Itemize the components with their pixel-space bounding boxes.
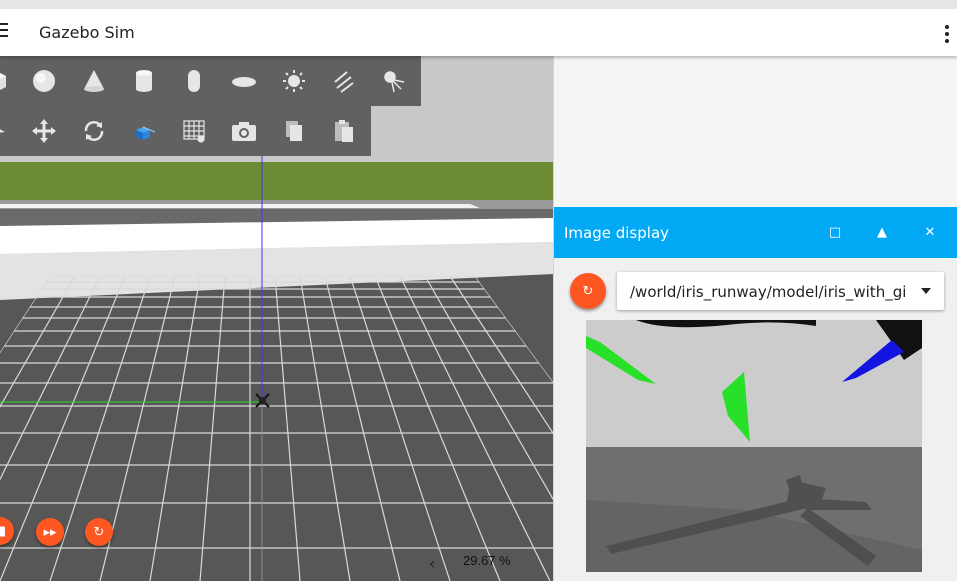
shapes-toolbar [0,56,421,106]
grid-config-icon[interactable] [178,115,210,147]
copy-icon[interactable] [278,115,310,147]
topic-select[interactable]: /world/iris_runway/model/iris_with_gimba… [617,272,944,310]
refresh-topics-button[interactable]: ↻ [570,273,606,309]
capsule-icon[interactable] [178,65,210,97]
sphere-icon[interactable] [28,65,60,97]
translate-icon[interactable] [28,115,60,147]
box-icon[interactable] [0,65,12,97]
hamburger-menu-icon[interactable] [0,23,8,37]
spot-light-icon[interactable] [378,65,410,97]
screenshot-icon[interactable] [228,115,260,147]
camera-image [586,320,922,572]
stats-expand-button[interactable]: ‹ [429,554,435,573]
collapse-button[interactable]: ▲ [872,223,892,243]
close-button[interactable]: ✕ [920,223,940,243]
image-display-header: Image display □ ▲ ✕ [554,207,957,258]
step-button[interactable]: ▸▸ [36,518,64,546]
select-icon[interactable] [0,115,12,147]
app-title: Gazebo Sim [39,23,135,42]
rotate-icon[interactable] [78,115,110,147]
reset-button[interactable]: ↻ [85,518,113,546]
scene-3d-view[interactable]: ■ ▸▸ ↻ ‹ 29.67 % [0,56,553,581]
paste-icon[interactable] [328,115,360,147]
topic-select-value: /world/iris_runway/model/iris_with_gimba… [630,283,907,301]
more-options-icon[interactable] [945,25,949,46]
cone-icon[interactable] [78,65,110,97]
sun-light-icon[interactable] [278,65,310,97]
ellipsoid-icon[interactable] [228,65,260,97]
real-time-factor: 29.67 % [463,553,511,568]
directional-light-icon[interactable] [328,65,360,97]
title-bar: Gazebo Sim [0,0,957,56]
cylinder-icon[interactable] [128,65,160,97]
transform-control-icon[interactable] [128,115,160,147]
image-display-title: Image display [564,224,670,242]
maximize-button[interactable]: □ [825,223,845,243]
tools-toolbar [0,106,371,156]
chevron-down-icon [921,288,931,294]
